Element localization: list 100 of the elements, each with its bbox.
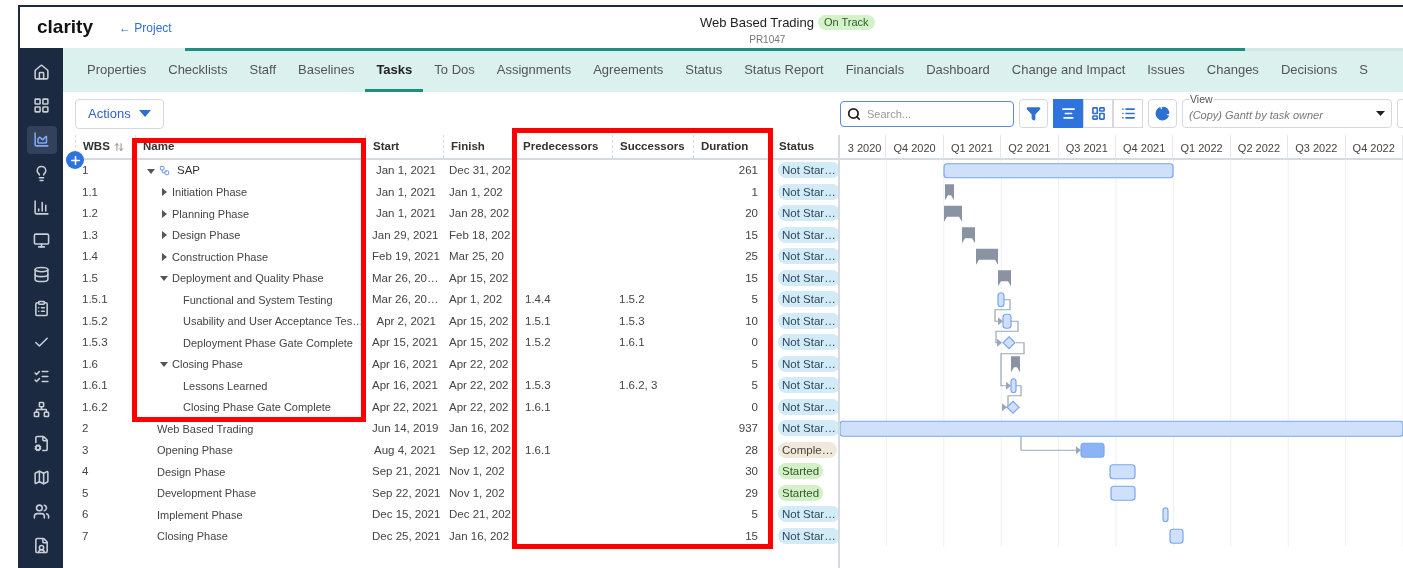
milestone-diamond (1002, 335, 1016, 350)
predecessors-cell: 1.6.1 (525, 400, 551, 413)
filter-button[interactable] (1019, 99, 1048, 128)
task-name[interactable]: Design Phase (157, 463, 226, 480)
expand-caret-icon[interactable] (160, 252, 168, 261)
tab[interactable]: Changes (1195, 48, 1270, 92)
finish-cell: Jan 1, 202 (449, 185, 503, 198)
task-name[interactable]: Development Phase (157, 485, 257, 502)
task-name[interactable]: Closing Phase Gate Complete (183, 399, 331, 416)
expand-caret-icon[interactable] (160, 231, 168, 240)
duration-cell: 937 (738, 422, 758, 435)
clarity-logo[interactable]: clarity (37, 13, 93, 42)
wbs-cell: 5 (82, 486, 89, 499)
wbs-cell: 7 (82, 529, 89, 542)
gantt-view-button[interactable] (1053, 99, 1083, 128)
caret-icon (1376, 110, 1385, 117)
finish-cell: Apr 22, 202 (449, 400, 509, 413)
duration-cell: 5 (751, 508, 758, 521)
finish-cell: Apr 15, 202 (449, 314, 509, 327)
column-header[interactable]: Name (143, 137, 175, 156)
tab[interactable]: Issues (1136, 48, 1196, 92)
tab[interactable]: Status Report (733, 48, 835, 92)
collapse-caret-icon[interactable] (160, 274, 168, 283)
tab[interactable]: Change and Impact (1000, 48, 1137, 92)
status-pill: Not Star… (778, 527, 840, 544)
tab[interactable]: Properties (76, 48, 158, 92)
wbs-cell: 1.6.2 (82, 400, 108, 413)
column-header[interactable]: Start (373, 137, 400, 156)
column-header[interactable]: Predecessors (523, 137, 599, 156)
tab[interactable]: Dashboard (915, 48, 1001, 92)
tab[interactable]: Checklists (157, 48, 239, 92)
task-name[interactable]: Usability and User Acceptance Tes… (183, 313, 364, 330)
tab[interactable]: Assignments (485, 48, 583, 92)
finish-cell: Dec 21, 202 (449, 508, 511, 521)
column-header[interactable]: WBS (83, 137, 110, 156)
tab[interactable]: Status (674, 48, 734, 92)
list-view-button[interactable] (1113, 99, 1143, 128)
task-name[interactable]: Design Phase (172, 227, 241, 244)
tab[interactable]: To Dos (423, 48, 486, 92)
start-cell: Apr 16, 2021 (372, 357, 438, 370)
expand-caret-icon[interactable] (160, 209, 168, 218)
actions-button[interactable]: Actions (75, 98, 164, 129)
column-header[interactable]: Duration (701, 137, 749, 156)
board-view-button[interactable] (1083, 99, 1113, 128)
task-bar (1010, 378, 1017, 394)
task-name[interactable]: Closing Phase (172, 356, 243, 373)
quarter-header: Q1 2021 (950, 141, 994, 154)
column-header[interactable]: Status (779, 137, 815, 156)
start-cell: Jun 14, 2019 (372, 422, 439, 435)
task-name[interactable]: Initiation Phase (172, 184, 248, 201)
duration-cell: 0 (751, 400, 758, 413)
wbs-cell: 1.4 (82, 250, 98, 263)
status-pill: Not Star… (778, 183, 840, 200)
task-bar (1162, 507, 1169, 523)
predecessors-cell: 1.5.1 (525, 314, 551, 327)
add-button[interactable] (66, 151, 84, 169)
chart-icon[interactable] (26, 125, 57, 154)
wbs-cell: 1.6 (82, 357, 98, 370)
task-name[interactable]: Lessons Learned (183, 377, 268, 394)
task-name[interactable]: SAP (177, 162, 200, 180)
summary-marker (998, 270, 1011, 287)
tab[interactable]: Staff (238, 48, 287, 92)
start-cell: Apr 16, 2021 (372, 379, 438, 392)
wbs-cell: 1.1 (82, 185, 98, 198)
duration-cell: 261 (738, 164, 758, 177)
finish-cell: Apr 15, 202 (449, 271, 509, 284)
duration-cell: 10 (745, 314, 758, 327)
task-name[interactable]: Opening Phase (157, 442, 233, 459)
task-name[interactable]: Planning Phase (172, 205, 250, 222)
tab[interactable]: Tasks (365, 48, 424, 92)
quarter-header: Q1 2022 (1180, 141, 1223, 154)
collapse-caret-icon[interactable] (160, 360, 168, 369)
task-name[interactable]: Implement Phase (157, 506, 243, 523)
chart-view-button[interactable] (1148, 99, 1177, 128)
predecessors-cell: 1.6.1 (525, 443, 551, 456)
project-title: Web Based Trading (700, 14, 814, 32)
tab[interactable]: Decisions (1269, 48, 1349, 92)
task-name[interactable]: Web Based Trading (157, 420, 254, 437)
column-header[interactable]: Successors (620, 137, 685, 156)
duration-cell: 15 (745, 529, 758, 542)
tab[interactable]: Financials (834, 48, 916, 92)
start-cell: Mar 26, 20… (372, 293, 439, 306)
back-to-project-link[interactable]: ← Project (119, 18, 172, 37)
tab[interactable]: S (1348, 48, 1379, 92)
tab[interactable]: Baselines (287, 48, 366, 92)
expand-caret-icon[interactable] (160, 188, 168, 197)
sort-icon[interactable] (113, 141, 124, 152)
task-bar (1002, 313, 1012, 329)
collapse-caret-icon[interactable] (147, 166, 155, 175)
tab[interactable]: Agreements (582, 48, 675, 92)
task-name[interactable]: Functional and System Testing (183, 291, 333, 308)
dependency-arrow (1020, 436, 1081, 455)
task-name[interactable]: Deployment Phase Gate Complete (183, 334, 353, 351)
task-name[interactable]: Closing Phase (157, 528, 228, 545)
wbs-cell: 1.6.1 (82, 379, 108, 392)
task-name[interactable]: Deployment and Quality Phase (172, 270, 324, 287)
column-header[interactable]: Finish (451, 137, 485, 156)
search-field[interactable]: Search... (840, 100, 1014, 127)
start-cell: Dec 15, 2021 (372, 508, 441, 521)
task-name[interactable]: Construction Phase (172, 248, 268, 265)
